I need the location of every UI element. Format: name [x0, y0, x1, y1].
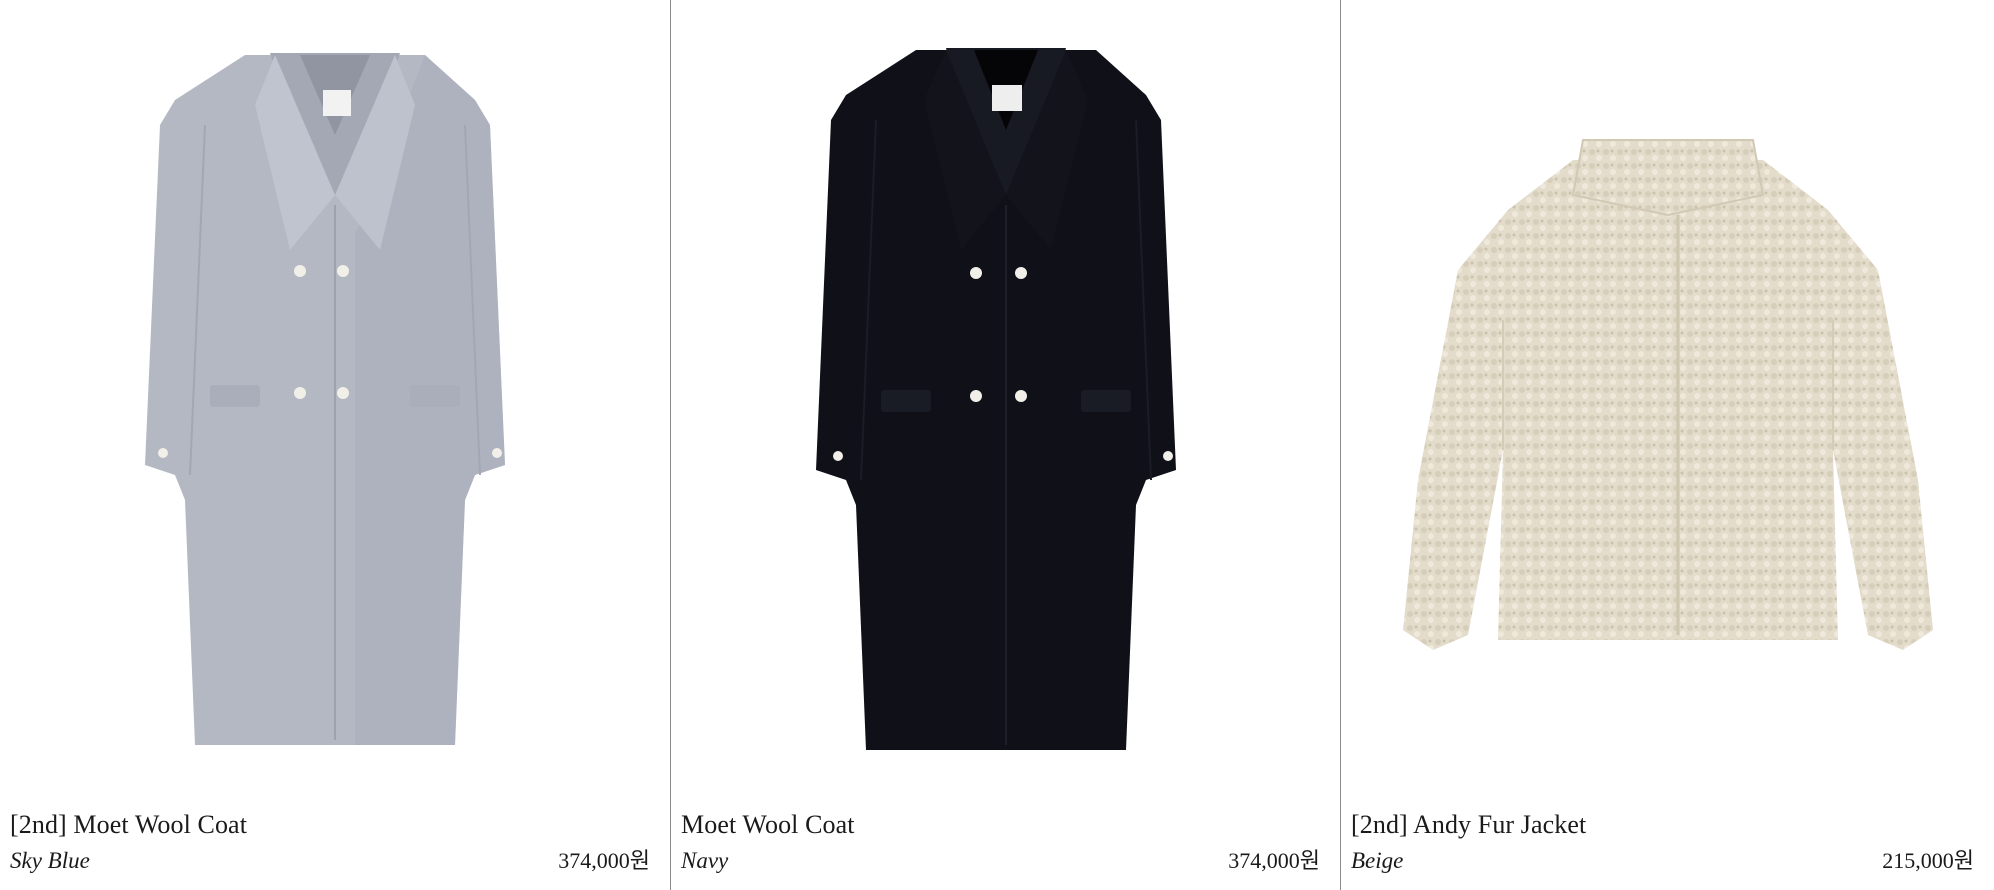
product-card[interactable]: Moet Wool Coat Navy 374,000원 [670, 0, 1341, 890]
product-meta-row: Sky Blue 374,000원 [10, 846, 650, 876]
product-image-link[interactable] [0, 0, 670, 800]
product-price: 215,000원 [1882, 848, 1974, 873]
product-name[interactable]: [2nd] Moet Wool Coat [10, 808, 650, 842]
product-image-link[interactable] [1341, 0, 1994, 800]
product-price: 374,000원 [1228, 848, 1320, 873]
product-name[interactable]: Moet Wool Coat [681, 808, 1320, 842]
product-card[interactable]: [2nd] Andy Fur Jacket Beige 215,000원 [1341, 0, 1994, 890]
product-color: Navy [681, 848, 729, 873]
product-grid: [2nd] Moet Wool Coat Sky Blue 374,000원 M… [0, 0, 1994, 890]
coat-image [815, 48, 1176, 750]
product-image-link[interactable] [671, 0, 1340, 800]
product-info: Moet Wool Coat Navy 374,000원 [681, 808, 1320, 876]
product-meta-row: Beige 215,000원 [1351, 846, 1974, 876]
coat-image [145, 53, 505, 745]
product-meta-row: Navy 374,000원 [681, 846, 1320, 876]
product-color: Sky Blue [10, 848, 90, 873]
product-info: [2nd] Moet Wool Coat Sky Blue 374,000원 [10, 808, 650, 876]
product-card[interactable]: [2nd] Moet Wool Coat Sky Blue 374,000원 [0, 0, 670, 890]
product-name[interactable]: [2nd] Andy Fur Jacket [1351, 808, 1974, 842]
fur-jacket-image [1402, 139, 1933, 650]
product-color: Beige [1351, 848, 1404, 873]
product-info: [2nd] Andy Fur Jacket Beige 215,000원 [1351, 808, 1974, 876]
product-price: 374,000원 [558, 848, 650, 873]
